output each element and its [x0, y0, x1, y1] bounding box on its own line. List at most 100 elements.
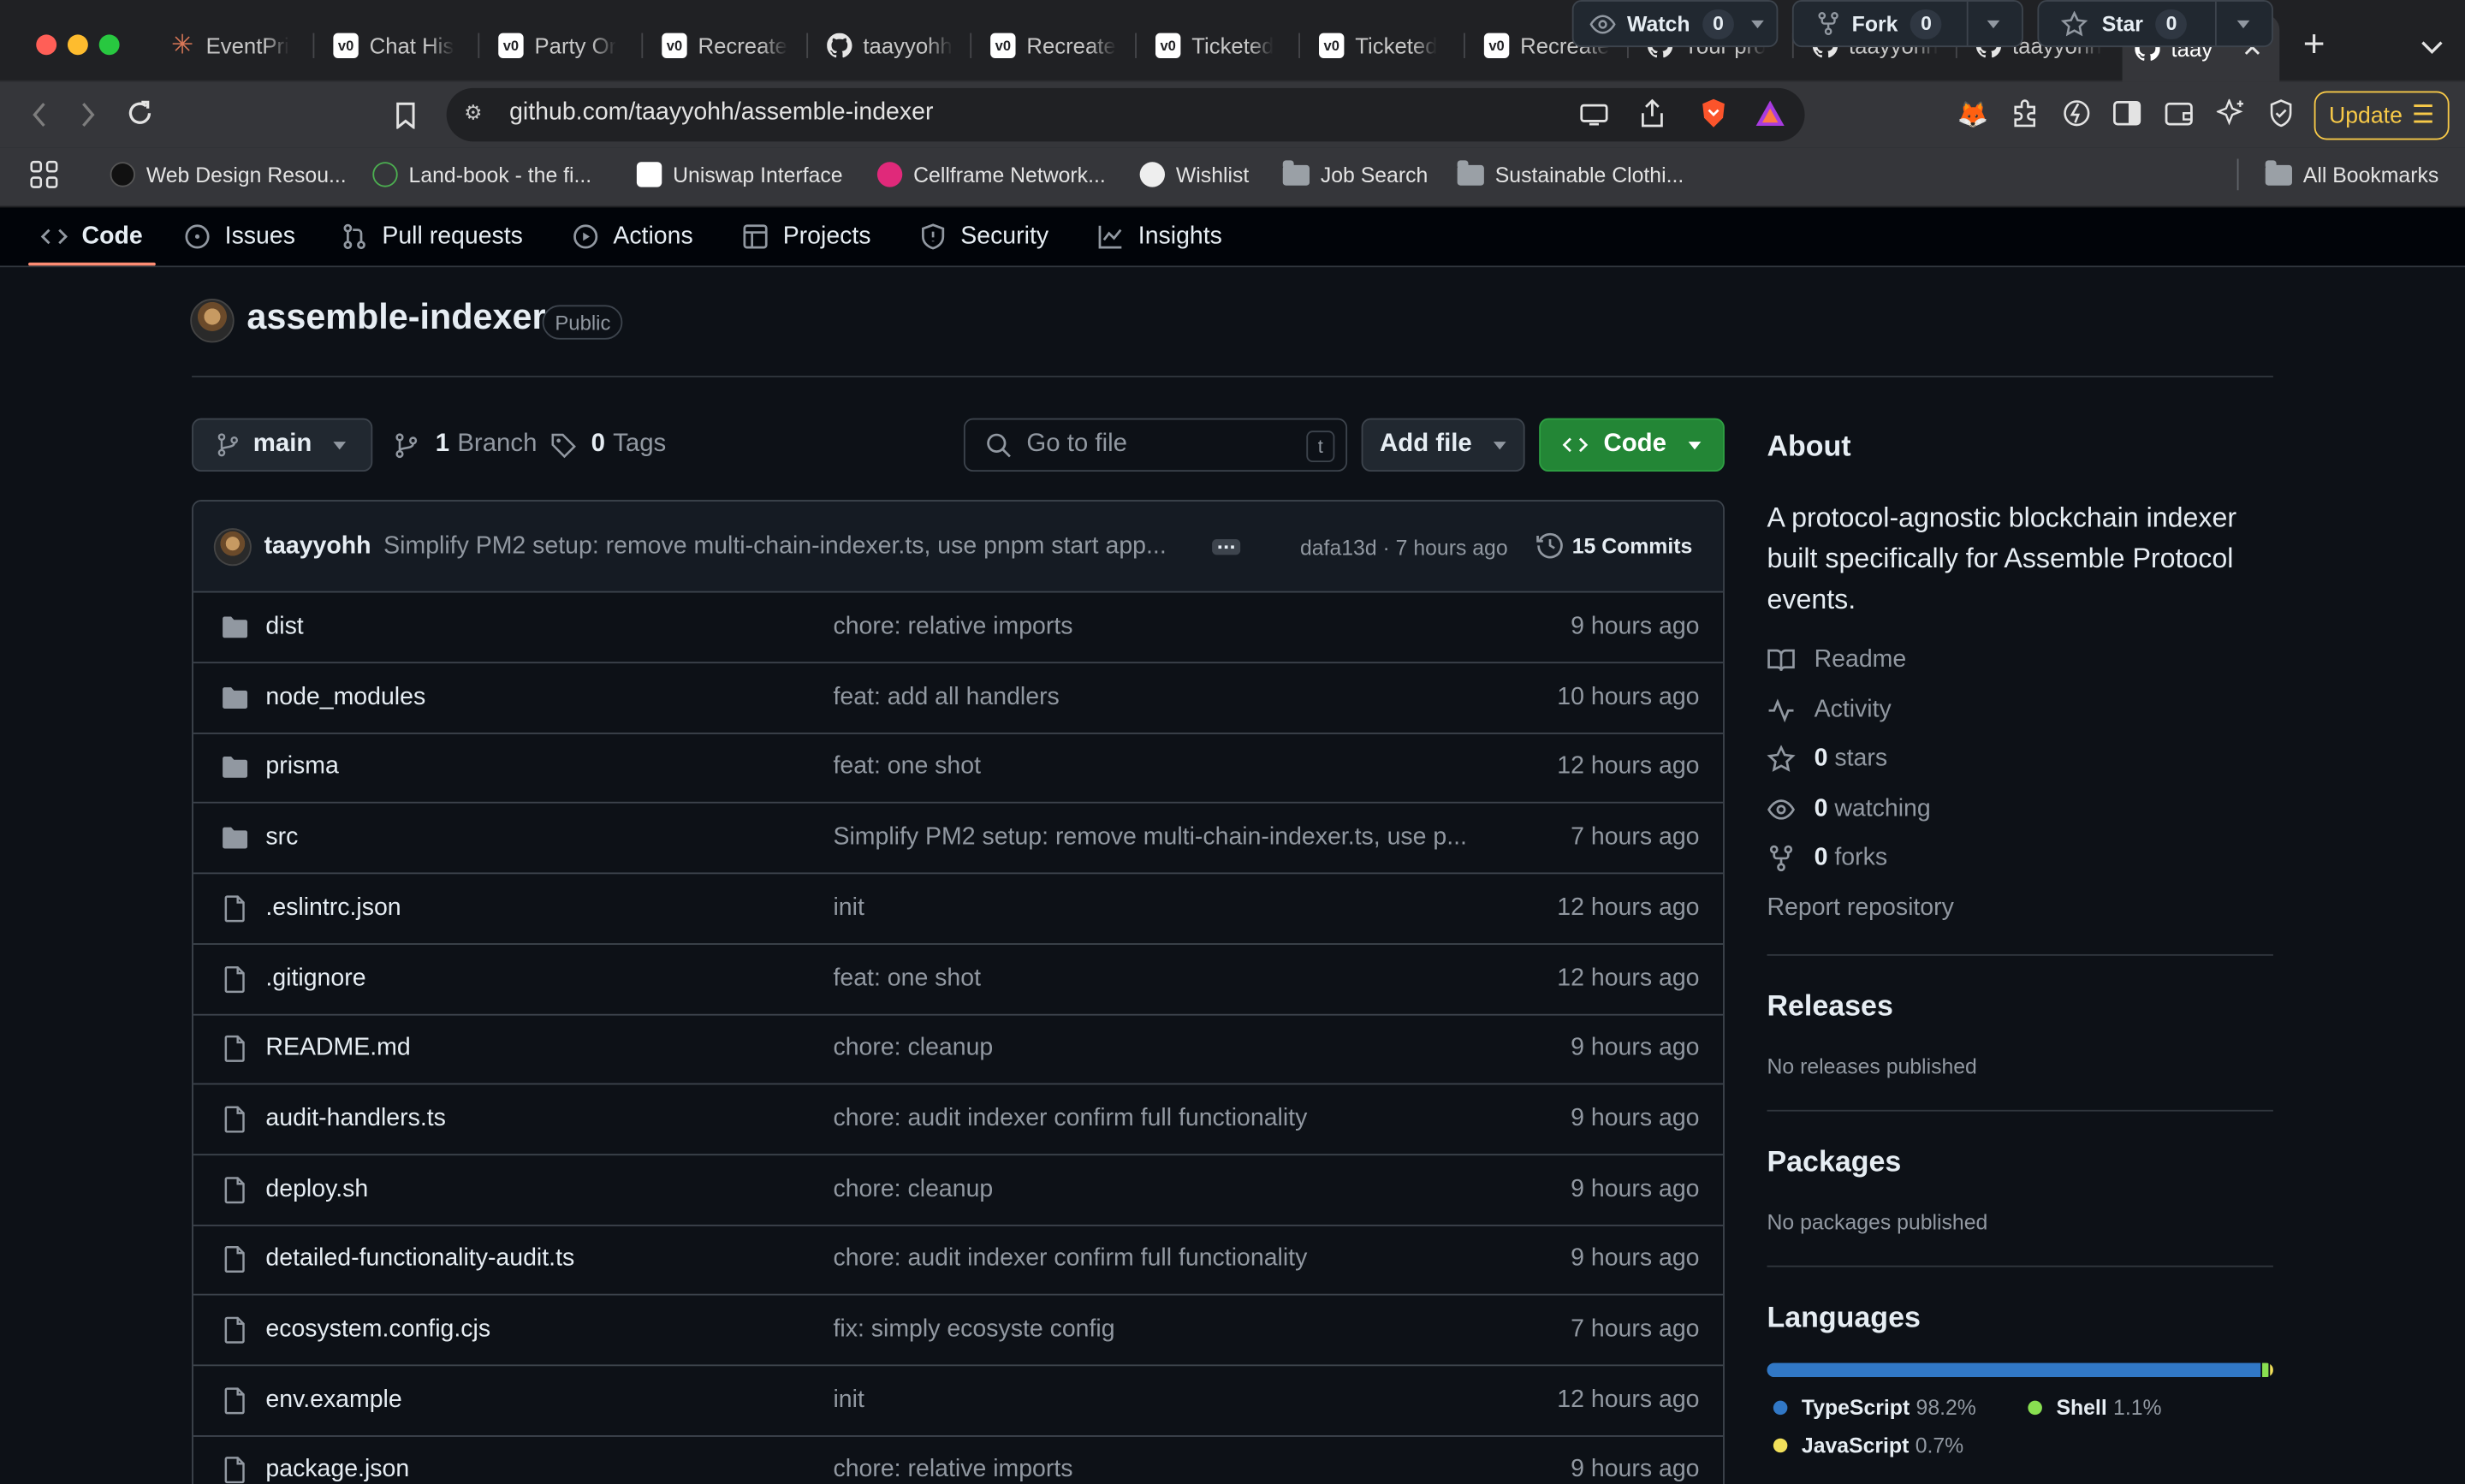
sidebar-toggle-icon[interactable] [2112, 98, 2143, 129]
table-row[interactable]: audit-handlers.ts chore: audit indexer co… [193, 1084, 1724, 1155]
file-name-link[interactable]: detailed-functionality-audit.ts [265, 1245, 574, 1273]
new-tab-icon[interactable]: + [2296, 24, 2333, 67]
file-name-link[interactable]: ecosystem.config.cjs [265, 1315, 490, 1344]
commit-message-link[interactable]: feat: one shot [833, 965, 981, 993]
vpn-shield-icon[interactable] [2266, 98, 2297, 129]
language-item[interactable]: JavaScript 0.7% [1773, 1431, 1963, 1459]
site-settings-icon[interactable]: ⚙ [459, 99, 487, 128]
watching-link[interactable]: 0 watching [1767, 792, 1931, 827]
table-row[interactable]: src Simplify PM2 setup: remove multi-chai… [193, 804, 1724, 875]
add-file-button[interactable]: Add file [1361, 418, 1525, 472]
tab-security[interactable]: Security [919, 207, 1048, 265]
brave-shield-icon[interactable] [1698, 96, 1730, 130]
go-to-file-input[interactable]: Go to file t [963, 418, 1348, 472]
forks-link[interactable]: 0 forks [1767, 841, 1887, 876]
commit-message-link[interactable]: feat: one shot [833, 754, 981, 782]
browser-tab[interactable]: taayyohh [814, 21, 962, 71]
browser-tab[interactable]: v0 Recreate [650, 21, 798, 71]
file-name-link[interactable]: .eslintrc.json [265, 894, 401, 923]
fork-button[interactable]: Fork 0 [1791, 0, 2023, 48]
bookmark-folder[interactable]: Sustainable Clothi... [1457, 159, 1684, 191]
bookmark-item[interactable]: Cellframe Network... [876, 159, 1106, 191]
table-row[interactable]: deploy.sh chore: cleanup 9 hours ago [193, 1155, 1724, 1226]
commit-message-link[interactable]: fix: simply ecosyste config [833, 1315, 1114, 1344]
apps-grid-icon[interactable] [28, 159, 60, 191]
bookmark-item[interactable]: Wishlist [1139, 159, 1249, 191]
tags-link[interactable]: 0 Tags [550, 418, 666, 472]
table-row[interactable]: .eslintrc.json init 12 hours ago [193, 874, 1724, 945]
releases-heading[interactable]: Releases [1767, 988, 1892, 1023]
table-row[interactable]: prisma feat: one shot 12 hours ago [193, 733, 1724, 804]
table-row[interactable]: .gitignore feat: one shot 12 hours ago [193, 944, 1724, 1015]
tab-pull-requests[interactable]: Pull requests [342, 207, 523, 265]
commit-message-link[interactable]: chore: relative imports [833, 613, 1072, 641]
activity-link[interactable]: Activity [1767, 693, 1892, 727]
browser-tab[interactable]: v0 Party Or [486, 21, 634, 71]
tab-search-chevron-icon[interactable] [2416, 32, 2448, 63]
forward-icon[interactable] [71, 98, 105, 132]
extensions-puzzle-icon[interactable] [2009, 98, 2040, 129]
zoom-window-button[interactable] [98, 34, 120, 56]
packages-heading[interactable]: Packages [1767, 1144, 1901, 1178]
browser-tab[interactable]: v0 Ticketed [1143, 21, 1291, 71]
file-name-link[interactable]: deploy.sh [265, 1175, 368, 1203]
tab-projects[interactable]: Projects [742, 207, 871, 265]
stars-link[interactable]: 0 stars [1767, 742, 1887, 776]
browser-tab[interactable]: ✳ EventPri [157, 21, 306, 71]
browser-tab[interactable]: v0 Recreate [977, 21, 1126, 71]
minimize-window-button[interactable] [67, 34, 88, 56]
commit-message-link[interactable]: chore: cleanup [833, 1175, 993, 1203]
table-row[interactable]: ecosystem.config.cjs fix: simply ecosyste… [193, 1296, 1724, 1367]
repo-name[interactable]: assemble-indexer [246, 297, 545, 338]
all-bookmarks-folder[interactable]: All Bookmarks [2265, 159, 2438, 191]
avatar[interactable] [190, 299, 235, 343]
file-name-link[interactable]: README.md [265, 1035, 410, 1063]
reload-icon[interactable] [122, 96, 157, 130]
file-name-link[interactable]: .gitignore [265, 965, 365, 993]
commit-message-link[interactable]: init [833, 894, 864, 923]
table-row[interactable]: README.md chore: cleanup 9 hours ago [193, 1014, 1724, 1085]
readme-link[interactable]: Readme [1767, 643, 1906, 677]
table-row[interactable]: dist chore: relative imports 9 hours ago [193, 592, 1724, 664]
commit-message-link[interactable]: chore: relative imports [833, 1457, 1072, 1484]
leo-ai-icon[interactable] [2061, 98, 2093, 129]
bookmark-item[interactable]: Web Design Resou... [110, 159, 347, 191]
wallet-icon[interactable] [2163, 98, 2195, 129]
code-button[interactable]: Code [1539, 418, 1725, 472]
commit-message[interactable]: Simplify PM2 setup: remove multi-chain-i… [383, 533, 1167, 561]
commit-meta[interactable]: dafa13d · 7 hours ago [1300, 536, 1508, 560]
share-icon[interactable] [1636, 98, 1668, 129]
bookmark-item[interactable]: Land-book - the fi... [372, 159, 591, 191]
browser-tab[interactable]: v0 Chat His [321, 21, 469, 71]
file-name-link[interactable]: src [265, 824, 298, 852]
file-name-link[interactable]: dist [265, 613, 303, 641]
back-icon[interactable] [22, 98, 56, 132]
chevron-down-icon[interactable] [1987, 20, 2000, 29]
commit-message-link[interactable]: init [833, 1386, 864, 1415]
tab-actions[interactable]: Actions [573, 207, 693, 265]
tab-issues[interactable]: Issues [184, 207, 295, 265]
table-row[interactable]: package.json chore: relative imports 9 hou… [193, 1436, 1723, 1484]
file-name-link[interactable]: env.example [265, 1386, 401, 1415]
expand-ellipsis-icon[interactable] [1212, 539, 1241, 555]
file-name-link[interactable]: audit-handlers.ts [265, 1105, 445, 1133]
commit-message-link[interactable]: chore: audit indexer confirm full functi… [833, 1105, 1307, 1133]
table-row[interactable]: env.example init 12 hours ago [193, 1366, 1724, 1437]
branches-link[interactable]: 1 Branch [393, 418, 537, 472]
close-window-button[interactable] [36, 34, 57, 56]
watch-button[interactable]: Watch 0 [1571, 0, 1779, 48]
report-repository-link[interactable]: Report repository [1767, 892, 1953, 926]
commit-message-link[interactable]: Simplify PM2 setup: remove multi-chain-i… [833, 824, 1467, 852]
tab-code[interactable]: Code [40, 207, 143, 265]
cast-icon[interactable] [1578, 99, 1610, 131]
browser-tab[interactable]: v0 Ticketed [1306, 21, 1454, 71]
star-button[interactable]: Star 0 [2037, 0, 2273, 48]
file-name-link[interactable]: node_modules [265, 683, 425, 711]
language-item[interactable]: Shell 1.1% [2028, 1392, 2162, 1421]
bookmark-icon[interactable] [390, 98, 422, 132]
bookmark-folder[interactable]: Job Search [1282, 159, 1428, 191]
avatar[interactable] [213, 528, 252, 567]
branch-select-button[interactable]: main [192, 418, 373, 472]
language-item[interactable]: TypeScript 98.2% [1773, 1392, 1976, 1421]
table-row[interactable]: node_modules feat: add all handlers 10 hou… [193, 663, 1724, 734]
